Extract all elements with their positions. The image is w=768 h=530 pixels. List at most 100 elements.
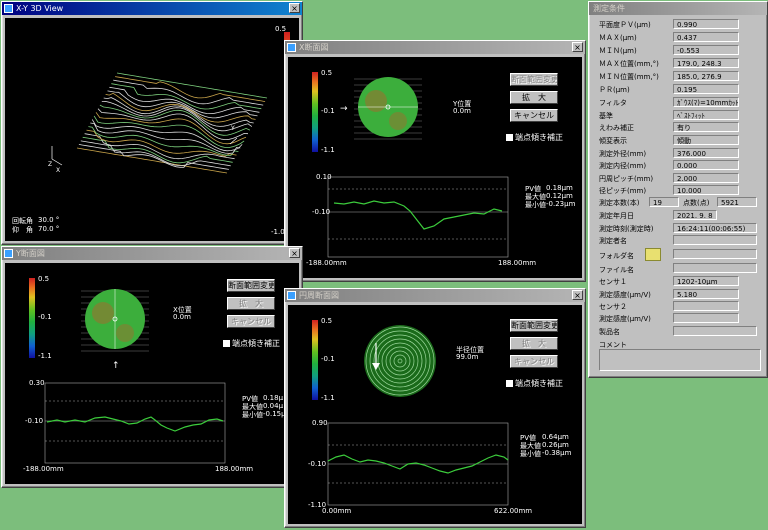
section-range-change-button[interactable]: 断面範囲変更 bbox=[227, 279, 275, 292]
sensitivity2-field[interactable] bbox=[673, 313, 739, 323]
window-y-section: Y断面図 × 0.5 -0.1 -1.1 ↑ X位置 0.0m 断面範囲変更 拡 … bbox=[1, 246, 303, 488]
max-value: 0.26μm bbox=[542, 441, 569, 449]
checkbox-box[interactable] bbox=[223, 340, 230, 347]
pv-value: 0.18μ bbox=[263, 394, 284, 402]
condition-value-field[interactable]: 0.195 bbox=[673, 84, 739, 94]
window-3d-view: X-Y 3D View × Z X Y 回転角 30.0 ° 仰 角 70.0 °… bbox=[1, 1, 303, 245]
condition-label: 径ピッチ(mm) bbox=[599, 187, 647, 195]
section-arrow-icon: → bbox=[340, 104, 348, 114]
sensor1-field[interactable]: 1202-10μm bbox=[673, 276, 739, 286]
position-value: 0.0m bbox=[453, 107, 471, 115]
surface-contour-line bbox=[115, 76, 266, 102]
cancel-button[interactable]: キャンセル bbox=[510, 355, 558, 368]
plot-3d-pane: Z X Y 回転角 30.0 ° 仰 角 70.0 ° 0.5 -1.0 bbox=[5, 18, 299, 241]
checkbox-label: 端点傾き補正 bbox=[515, 379, 563, 388]
file-field[interactable] bbox=[673, 263, 757, 273]
condition-label: 平面度ＰＶ(μm) bbox=[599, 21, 651, 29]
color-scale-bar bbox=[312, 320, 318, 400]
condition-value-field[interactable]: -0.553 bbox=[673, 45, 739, 55]
profile-line bbox=[333, 200, 503, 230]
axis-y-label: Y bbox=[230, 125, 235, 132]
condition-label: 傾変表示 bbox=[599, 137, 627, 145]
condition-value-field[interactable]: 179.0, 248.3 bbox=[673, 58, 739, 68]
condition-value-field[interactable]: 0.990 bbox=[673, 19, 739, 29]
checkbox-label: 端点傾き補正 bbox=[515, 133, 563, 142]
graph-y-top: 0.10 bbox=[316, 173, 332, 181]
comment-field[interactable] bbox=[599, 349, 761, 371]
profile-line bbox=[46, 416, 224, 432]
condition-value-field[interactable]: 傾動 bbox=[673, 135, 739, 145]
section-range-change-button[interactable]: 断面範囲変更 bbox=[510, 319, 558, 332]
window-circumferential-section: 円周断面図 × 0.5 -0.1 -1.1 半径位置 99.0m 断面範囲変更 拡… bbox=[284, 288, 586, 528]
sensitivity1-field[interactable]: 5.180 bbox=[673, 289, 739, 299]
endpoint-tilt-checkbox[interactable]: 端点傾き補正 bbox=[506, 378, 563, 389]
product-field[interactable] bbox=[673, 326, 757, 336]
close-icon[interactable]: × bbox=[572, 290, 583, 300]
points-field[interactable]: 5921 bbox=[717, 197, 757, 207]
endpoint-tilt-checkbox[interactable]: 端点傾き補正 bbox=[223, 338, 280, 349]
surface-contour-line bbox=[113, 79, 264, 106]
condition-label: フィルタ bbox=[599, 99, 627, 107]
condition-value-field[interactable]: 10.000 bbox=[673, 185, 739, 195]
circ-section-pane: 0.5 -0.1 -1.1 半径位置 99.0m 断面範囲変更 拡 大 キャンセ… bbox=[288, 305, 582, 524]
titlebar[interactable]: Y断面図 × bbox=[2, 247, 302, 260]
time-field[interactable]: 16:24:11(00:06:55) bbox=[673, 223, 757, 233]
close-icon[interactable]: × bbox=[572, 42, 583, 52]
sensor2-label: センサ２ bbox=[599, 303, 627, 311]
scale-mid: -0.1 bbox=[321, 355, 335, 363]
graph-y-mid: -0.10 bbox=[308, 460, 327, 468]
window-measurement-conditions: 測定条件 平面度ＰＶ(μm) 0.990 ＭＡＸ(μm) 0.437 ＭＩＮ(μm) -0… bbox=[588, 1, 768, 378]
sensitivity1-label: 測定感度(μm/V) bbox=[599, 291, 651, 299]
condition-value-field[interactable]: ﾍﾞｽﾄﾌｨｯﾄ bbox=[673, 110, 739, 120]
axis-x-label: X bbox=[56, 167, 60, 174]
graph-y-mid: -0.10 bbox=[25, 417, 44, 425]
titlebar[interactable]: X断面図 × bbox=[285, 41, 585, 54]
window-title: X-Y 3D View bbox=[16, 4, 64, 13]
titlebar[interactable]: 円周断面図 × bbox=[285, 289, 585, 302]
surface-contour-line bbox=[103, 97, 254, 127]
app-icon bbox=[287, 291, 296, 300]
x-section-pane: 0.5 -0.1 -1.1 → Y位置 0.0m 断面範囲変更 拡 大 キャンセ… bbox=[288, 57, 582, 278]
app-icon bbox=[4, 4, 13, 13]
close-icon[interactable]: × bbox=[289, 248, 300, 258]
operator-label: 測定者名 bbox=[599, 237, 627, 245]
surface-3d-plot: Z X Y bbox=[48, 72, 268, 174]
lines-field[interactable]: 19 bbox=[649, 197, 679, 207]
condition-value-field[interactable]: 0.437 bbox=[673, 32, 739, 42]
zoom-button[interactable]: 拡 大 bbox=[227, 297, 275, 310]
endpoint-tilt-checkbox[interactable]: 端点傾き補正 bbox=[506, 132, 563, 143]
condition-value-field[interactable]: 0.000 bbox=[673, 160, 739, 170]
titlebar[interactable]: X-Y 3D View × bbox=[2, 2, 302, 15]
checkbox-box[interactable] bbox=[506, 380, 513, 387]
titlebar[interactable]: 測定条件 bbox=[589, 2, 767, 15]
condition-value-field[interactable]: 376.000 bbox=[673, 148, 739, 158]
operator-field[interactable] bbox=[673, 235, 757, 245]
color-scale-bar bbox=[312, 72, 318, 152]
date-label: 測定年月日 bbox=[599, 212, 634, 220]
scale-top: 0.5 bbox=[321, 69, 333, 77]
condition-value-field[interactable]: 185.0, 276.9 bbox=[673, 71, 739, 81]
condition-label: 測定内径(mm) bbox=[599, 162, 647, 170]
zoom-button[interactable]: 拡 大 bbox=[510, 337, 558, 350]
condition-value-field[interactable]: 有り bbox=[673, 122, 739, 132]
lines-label: 測定本数(本) bbox=[599, 199, 640, 207]
min-label: 最小値 bbox=[525, 201, 546, 209]
section-range-change-button[interactable]: 断面範囲変更 bbox=[510, 73, 558, 86]
close-icon[interactable]: × bbox=[289, 3, 300, 13]
scale-top: 0.5 bbox=[38, 275, 50, 283]
condition-value-field[interactable]: 2.000 bbox=[673, 173, 739, 183]
app-icon bbox=[4, 249, 13, 258]
folder-icon[interactable] bbox=[645, 248, 661, 261]
condition-value-field[interactable]: ｶﾞｳｽ(ﾏ)=10mmｶｯﾄｵﾌ bbox=[673, 97, 739, 107]
sensor2-field[interactable] bbox=[673, 301, 739, 311]
checkbox-box[interactable] bbox=[506, 134, 513, 141]
date-field[interactable]: 2021. 9. 8 bbox=[673, 210, 717, 220]
window-title: X断面図 bbox=[299, 43, 329, 52]
scale-mid: -0.1 bbox=[321, 107, 335, 115]
zoom-button[interactable]: 拡 大 bbox=[510, 91, 558, 104]
cancel-button[interactable]: キャンセル bbox=[510, 109, 558, 122]
graph-x-right: 188.00mm bbox=[498, 259, 537, 267]
cancel-button[interactable]: キャンセル bbox=[227, 315, 275, 328]
condition-label: えわみ補正 bbox=[599, 124, 634, 132]
folder-field[interactable] bbox=[673, 249, 757, 259]
